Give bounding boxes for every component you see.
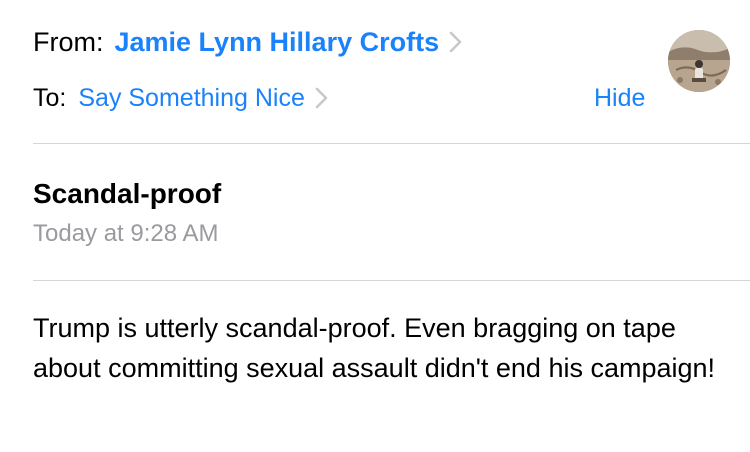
email-body: Trump is utterly scandal-proof. Even bra… bbox=[33, 313, 716, 383]
sender-name-link[interactable]: Jamie Lynn Hillary Crofts bbox=[115, 27, 440, 58]
sender-avatar[interactable] bbox=[668, 30, 730, 92]
to-label: To: bbox=[33, 83, 67, 112]
recipient-name-link[interactable]: Say Something Nice bbox=[78, 84, 305, 113]
email-detail-screen: From: Jamie Lynn Hillary Crofts To: Say … bbox=[0, 0, 750, 452]
chevron-right-icon[interactable] bbox=[313, 85, 331, 111]
header-divider bbox=[33, 143, 750, 144]
from-row: From: Jamie Lynn Hillary Crofts bbox=[33, 22, 465, 62]
body-divider bbox=[33, 280, 750, 281]
from-label: From: bbox=[33, 26, 104, 57]
hide-details-button[interactable]: Hide bbox=[594, 80, 645, 116]
chevron-right-icon[interactable] bbox=[447, 29, 465, 55]
email-timestamp: Today at 9:28 AM bbox=[33, 220, 219, 247]
email-subject: Scandal-proof bbox=[33, 178, 222, 209]
avatar-photo-icon bbox=[668, 30, 730, 92]
to-row: To: Say Something Nice bbox=[33, 80, 331, 116]
